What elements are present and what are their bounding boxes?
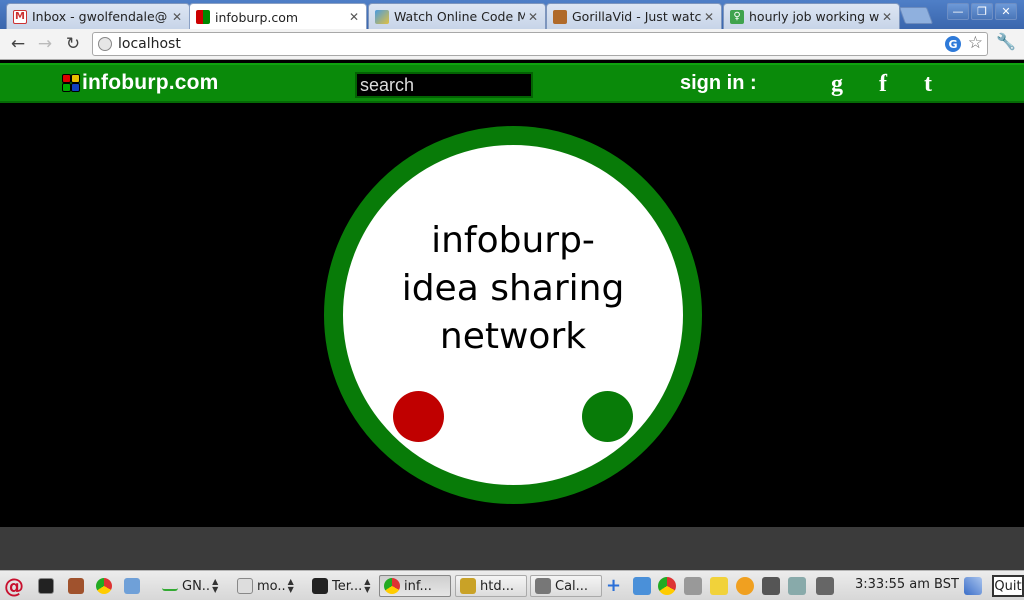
terminal-icon bbox=[312, 578, 328, 594]
site-header: infoburp.com sign in : g f t bbox=[0, 63, 1024, 103]
task-htdocs[interactable]: htd... bbox=[455, 575, 527, 597]
display-icon[interactable] bbox=[762, 577, 780, 595]
headline-line: infoburp- bbox=[431, 220, 595, 261]
new-tab-button[interactable] bbox=[898, 7, 934, 24]
folder-icon bbox=[460, 578, 476, 594]
close-icon[interactable]: ✕ bbox=[169, 10, 185, 24]
refresh-launcher-icon[interactable] bbox=[124, 575, 144, 597]
close-icon[interactable]: ✕ bbox=[879, 10, 895, 24]
back-icon[interactable]: ← bbox=[6, 32, 30, 56]
maximize-button[interactable]: ❐ bbox=[971, 3, 993, 20]
screen-icon[interactable] bbox=[816, 577, 834, 595]
widget-label: Ter... bbox=[332, 578, 363, 594]
address-bar[interactable]: localhost G ☆ bbox=[92, 32, 988, 56]
taskbar-widget-mo[interactable]: mo.. ▲ ▼ bbox=[237, 575, 294, 597]
brush-launcher-icon[interactable] bbox=[68, 575, 88, 597]
dropbox-icon[interactable] bbox=[633, 577, 651, 595]
gorilla-icon bbox=[553, 9, 567, 24]
tab-title: infoburp.com bbox=[215, 9, 299, 25]
chrome-icon bbox=[384, 578, 400, 594]
logo-text: infoburp.com bbox=[82, 71, 219, 94]
google-signin-icon[interactable]: g bbox=[824, 70, 850, 98]
page-content: infoburp.com sign in : g f t infoburp- i… bbox=[0, 60, 1024, 527]
tab-hourly-job[interactable]: ♀ hourly job working w ✕ bbox=[723, 3, 900, 29]
site-icon bbox=[375, 9, 389, 24]
globe-icon bbox=[98, 37, 112, 51]
devices-icon[interactable] bbox=[788, 577, 806, 595]
tab-title: Inbox - gwolfendale@ bbox=[32, 9, 168, 24]
google-search-icon[interactable]: G bbox=[945, 36, 961, 52]
facebook-signin-icon[interactable]: f bbox=[870, 70, 896, 98]
url-text: localhost bbox=[118, 36, 181, 52]
network-tool-icon[interactable] bbox=[684, 577, 702, 595]
forward-icon[interactable]: → bbox=[33, 32, 57, 56]
bookmark-star-icon[interactable]: ☆ bbox=[968, 33, 983, 53]
taskbar-widget-gn[interactable]: GN.. ▲ ▼ bbox=[162, 575, 218, 597]
update-icon[interactable] bbox=[736, 577, 754, 595]
hero-circle: infoburp- idea sharing network bbox=[324, 126, 702, 504]
calculator-icon bbox=[535, 578, 551, 594]
task-label: htd... bbox=[480, 578, 514, 594]
headline-line: network bbox=[439, 316, 587, 357]
site-logo[interactable]: infoburp.com bbox=[62, 71, 219, 95]
debian-menu-icon[interactable]: @ bbox=[4, 574, 24, 598]
widget-label: GN.. bbox=[182, 578, 211, 594]
notes-icon[interactable] bbox=[710, 577, 728, 595]
task-infoburp[interactable]: inf... bbox=[379, 575, 451, 597]
window-close-button[interactable]: ✕ bbox=[995, 3, 1017, 20]
headline: infoburp- idea sharing network bbox=[343, 217, 683, 361]
task-label: Cal... bbox=[555, 578, 589, 594]
close-icon[interactable]: ✕ bbox=[346, 10, 362, 24]
monitor-icon bbox=[237, 578, 253, 594]
reload-icon[interactable]: ↻ bbox=[61, 32, 85, 56]
tab-gorillavid[interactable]: GorillaVid - Just watc ✕ bbox=[546, 3, 722, 29]
clock[interactable]: 3:33:55 am BST bbox=[855, 577, 959, 592]
desktop-taskbar: @ GN.. ▲ ▼ mo.. ▲ ▼ Ter... ▲ ▼ inf... htd... C… bbox=[0, 570, 1024, 600]
gmail-icon: M bbox=[13, 9, 27, 24]
tab-title: hourly job working w bbox=[749, 9, 879, 24]
search-input[interactable] bbox=[355, 72, 533, 98]
logo-mark-icon bbox=[62, 74, 80, 92]
tab-title: Watch Online Code M bbox=[394, 9, 525, 24]
close-icon[interactable]: ✕ bbox=[701, 10, 717, 24]
browser-toolbar: ← → ↻ localhost G ☆ bbox=[0, 29, 1024, 60]
tab-gmail[interactable]: M Inbox - gwolfendale@ ✕ bbox=[6, 3, 190, 29]
tab-watch-online[interactable]: Watch Online Code M ✕ bbox=[368, 3, 546, 29]
minimize-button[interactable]: — bbox=[947, 3, 969, 20]
sign-in-label: sign in : bbox=[680, 72, 757, 94]
wifi-signal-icon[interactable] bbox=[964, 577, 982, 595]
headline-line: idea sharing bbox=[401, 268, 625, 309]
taskbar-widget-terminal[interactable]: Ter... ▲ ▼ bbox=[312, 575, 370, 597]
close-icon[interactable]: ✕ bbox=[525, 10, 541, 24]
chrome-launcher-icon[interactable] bbox=[96, 575, 116, 597]
quit-button[interactable]: Quit bbox=[992, 575, 1024, 597]
browser-tab-strip: M Inbox - gwolfendale@ ✕ infoburp.com ✕ … bbox=[0, 0, 1024, 30]
tab-infoburp[interactable]: infoburp.com ✕ bbox=[189, 3, 367, 30]
plus-icon[interactable]: + bbox=[606, 577, 624, 595]
page-footer-bar bbox=[0, 527, 1024, 570]
infoburp-icon bbox=[196, 10, 210, 24]
task-calculator[interactable]: Cal... bbox=[530, 575, 602, 597]
job-icon: ♀ bbox=[730, 9, 744, 24]
task-label: inf... bbox=[404, 578, 432, 594]
widget-label: mo.. bbox=[257, 578, 286, 594]
terminal-launcher-icon[interactable] bbox=[38, 575, 58, 597]
tab-title: GorillaVid - Just watc bbox=[572, 9, 701, 24]
tumblr-signin-icon[interactable]: t bbox=[915, 70, 941, 98]
wrench-icon[interactable]: 🔧 bbox=[996, 32, 1016, 51]
chrome-tray-icon[interactable] bbox=[658, 577, 676, 595]
red-dot-button[interactable] bbox=[393, 391, 444, 442]
line-icon bbox=[162, 582, 178, 591]
green-dot-button[interactable] bbox=[582, 391, 633, 442]
